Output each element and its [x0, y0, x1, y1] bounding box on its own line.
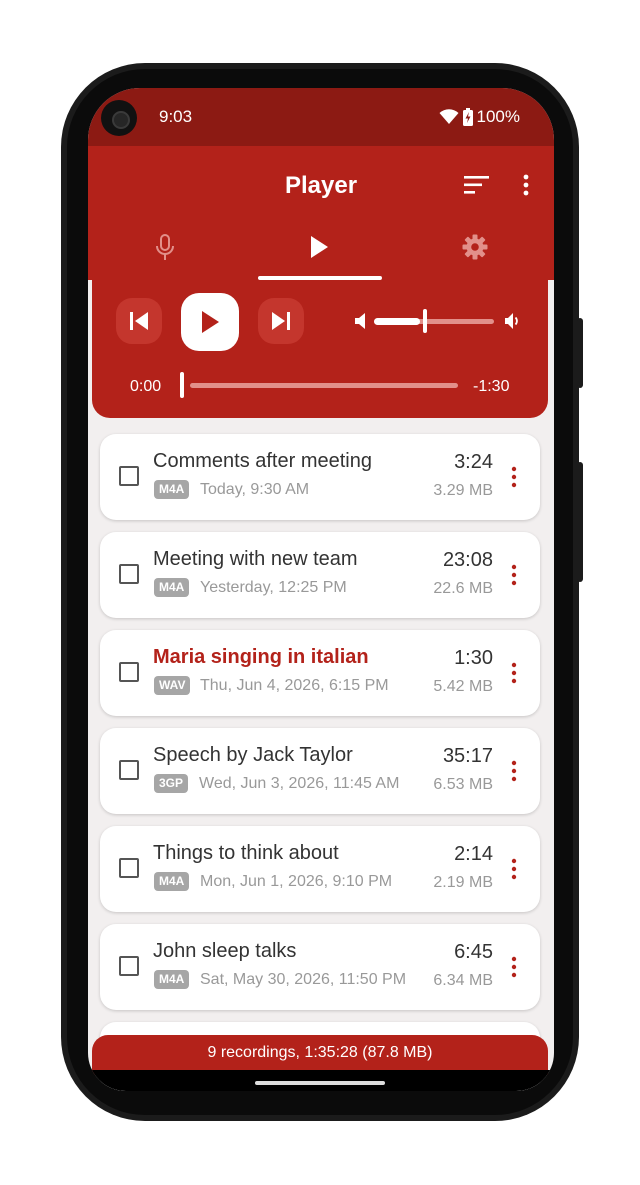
- skip-next-icon: [272, 312, 290, 330]
- select-checkbox[interactable]: [119, 564, 139, 584]
- play-icon: [311, 236, 328, 258]
- more-vert-icon[interactable]: [510, 760, 518, 782]
- more-vert-icon[interactable]: [510, 564, 518, 586]
- recording-title: Meeting with new team: [153, 548, 358, 570]
- more-vert-icon[interactable]: [510, 662, 518, 684]
- recording-duration: 23:08: [442, 549, 493, 571]
- more-vert-icon[interactable]: [510, 956, 518, 978]
- battery-level: 100%: [476, 107, 520, 126]
- playback-remaining: -1:30: [473, 378, 510, 395]
- recording-date: Today, 9:30 AM: [200, 481, 310, 498]
- recording-item[interactable]: Meeting with new team M4A Yesterday, 12:25…: [100, 532, 540, 618]
- recording-item[interactable]: Speech by Jack Taylor 3GP Wed, Jun 3, 2026…: [100, 728, 540, 814]
- recording-size: 5.42 MB: [433, 678, 493, 695]
- volume-slider-thumb[interactable]: [422, 309, 427, 333]
- home-gesture-handle[interactable]: [255, 1081, 385, 1085]
- more-vert-icon[interactable]: [510, 858, 518, 880]
- tab-player[interactable]: [289, 234, 349, 278]
- format-badge: WAV: [154, 676, 191, 695]
- recording-size: 6.34 MB: [433, 972, 493, 989]
- recordings-summary: 9 recordings, 1:35:28 (87.8 MB): [92, 1035, 548, 1075]
- recording-duration: 2:14: [454, 843, 493, 865]
- seek-bar-thumb[interactable]: [180, 372, 184, 398]
- wifi-icon: [439, 109, 459, 124]
- recording-item[interactable]: John sleep talks M4A Sat, May 30, 2026, 11…: [100, 924, 540, 1010]
- play-icon: [202, 311, 219, 333]
- recording-item[interactable]: Maria singing in italian WAV Thu, Jun 4, 2…: [100, 630, 540, 716]
- recording-date: Sat, May 30, 2026, 11:50 PM: [200, 971, 407, 988]
- format-badge: M4A: [154, 480, 190, 499]
- playback-position: 0:00: [130, 378, 162, 395]
- play-button[interactable]: [181, 293, 239, 351]
- status-bar: 9:03 100%: [88, 88, 554, 146]
- status-time: 9:03: [159, 107, 193, 126]
- app-bar: Player: [88, 146, 554, 280]
- recording-title: Comments after meeting: [153, 450, 372, 472]
- status-indicators: 100%: [439, 107, 520, 127]
- recording-size: 2.19 MB: [433, 874, 493, 891]
- select-checkbox[interactable]: [119, 760, 139, 780]
- recording-item[interactable]: Things to think about M4A Mon, Jun 1, 2026…: [100, 826, 540, 912]
- select-checkbox[interactable]: [119, 466, 139, 486]
- recording-date: Yesterday, 12:25 PM: [200, 579, 347, 596]
- tab-settings[interactable]: [445, 234, 505, 278]
- battery-charging-icon: [462, 108, 473, 126]
- recording-date: Thu, Jun 4, 2026, 6:15 PM: [200, 677, 389, 694]
- format-badge: M4A: [154, 872, 190, 891]
- recording-date: Wed, Jun 3, 2026, 11:45 AM: [199, 775, 400, 792]
- volume-level-fill: [374, 318, 420, 325]
- skip-previous-icon: [130, 312, 148, 330]
- format-badge: 3GP: [154, 774, 189, 793]
- recording-duration: 3:24: [454, 451, 493, 473]
- format-badge: M4A: [154, 578, 190, 597]
- select-checkbox[interactable]: [119, 858, 139, 878]
- recording-size: 22.6 MB: [433, 580, 493, 597]
- mic-icon: [156, 234, 174, 260]
- more-vert-icon[interactable]: [516, 171, 536, 199]
- recording-size: 6.53 MB: [433, 776, 493, 793]
- tab-record[interactable]: [135, 234, 195, 278]
- recording-title: Speech by Jack Taylor: [153, 744, 353, 766]
- recording-title: Maria singing in italian: [153, 646, 369, 668]
- next-button[interactable]: [258, 298, 304, 344]
- more-vert-icon[interactable]: [510, 466, 518, 488]
- gear-icon: [462, 234, 488, 260]
- player-panel: 0:00 -1:30: [92, 280, 548, 418]
- format-badge: M4A: [154, 970, 190, 989]
- front-camera: [101, 100, 137, 136]
- previous-button[interactable]: [116, 298, 162, 344]
- volume-low-icon: [355, 313, 365, 329]
- recording-title: John sleep talks: [153, 940, 297, 962]
- recording-item[interactable]: Comments after meeting M4A Today, 9:30 AM 3…: [100, 434, 540, 520]
- recording-duration: 6:45: [454, 941, 493, 963]
- recording-date: Mon, Jun 1, 2026, 9:10 PM: [200, 873, 393, 890]
- screen: 9:03 100% Player 0:00 -1:30 Comments aft…: [88, 88, 554, 1091]
- recording-title: Things to think about: [153, 842, 339, 864]
- volume-rocker: [577, 462, 583, 582]
- select-checkbox[interactable]: [119, 662, 139, 682]
- volume-high-icon: [505, 313, 518, 329]
- sort-icon[interactable]: [463, 173, 491, 197]
- power-button: [577, 318, 583, 388]
- recording-size: 3.29 MB: [433, 482, 493, 499]
- recording-duration: 35:17: [442, 745, 493, 767]
- recording-duration: 1:30: [454, 647, 493, 669]
- select-checkbox[interactable]: [119, 956, 139, 976]
- navigation-bar: [88, 1070, 554, 1091]
- seek-bar[interactable]: [190, 383, 458, 388]
